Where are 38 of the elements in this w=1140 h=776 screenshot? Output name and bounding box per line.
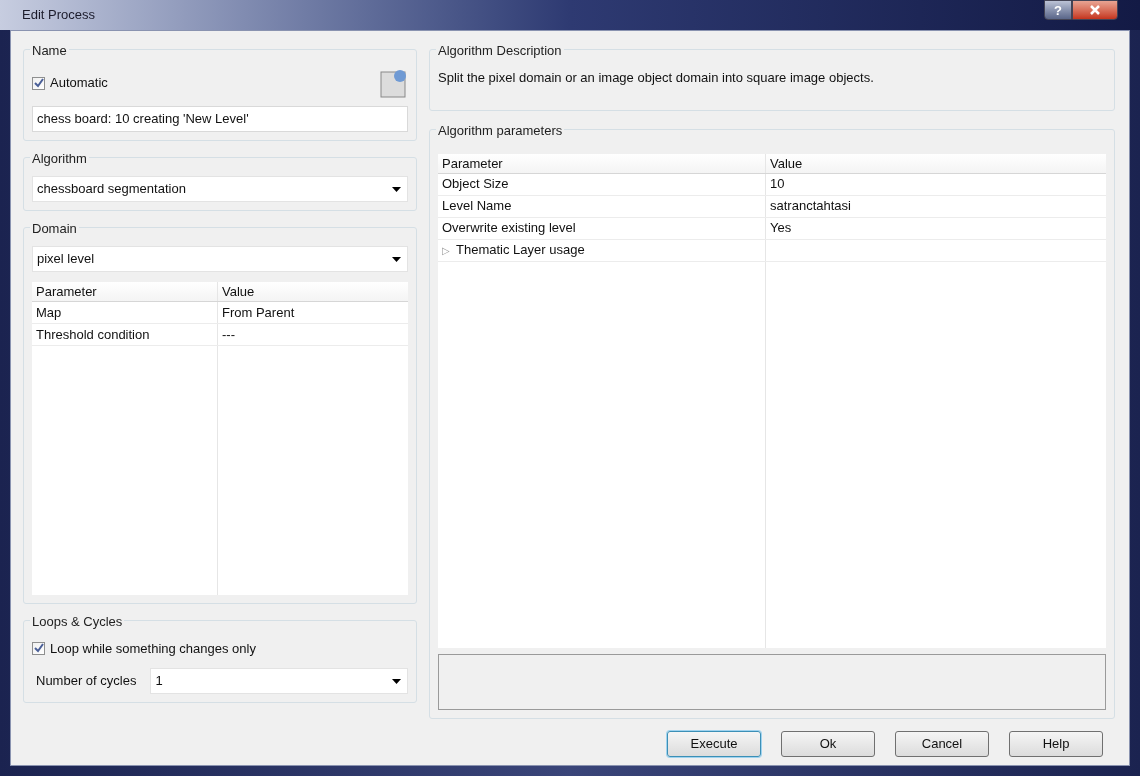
dialog-button[interactable]: Execute [667, 731, 761, 757]
checkbox[interactable] [32, 641, 45, 655]
table-cell-text: --- [222, 325, 235, 344]
document-icon [380, 68, 408, 98]
table-cell-text: Thematic Layer usage [456, 241, 585, 260]
checkbox-label: Automatic [50, 74, 108, 93]
checkbox[interactable] [32, 76, 45, 90]
table-cell-text: Map [36, 303, 62, 322]
column-header[interactable]: Parameter [438, 153, 766, 173]
dialog-button[interactable]: Ok [781, 731, 875, 757]
close-button[interactable] [1072, 0, 1118, 20]
table-cell-text: Threshold condition [36, 325, 150, 344]
table-cell-text: 10 [770, 175, 785, 194]
table-cell-text: satranctahtasi [770, 197, 851, 216]
dropdown[interactable]: pixel level [32, 246, 408, 272]
table-cell-text: Yes [770, 219, 792, 238]
caret-icon [392, 256, 401, 262]
caret-icon [392, 678, 401, 684]
check-icon [33, 78, 44, 88]
dialog-button[interactable]: Cancel [895, 731, 989, 757]
checkbox-label: Loop while something changes only [50, 639, 256, 658]
table-cell-text: Object Size [442, 175, 509, 194]
caret-icon [392, 186, 401, 192]
dropdown[interactable]: chessboard segmentation [32, 176, 408, 202]
dialog-button[interactable]: Help [1009, 731, 1103, 757]
description-text: Split the pixel domain or an image object domain into square image objects. [438, 69, 875, 87]
name-field[interactable]: chess board: 10 creating 'New Level' [32, 106, 408, 132]
table-cell-text: Overwrite existing level [442, 219, 576, 238]
dropdown[interactable]: 1 [150, 668, 408, 694]
column-header[interactable]: Value [766, 153, 1106, 173]
field-label: Number of cycles [35, 672, 137, 691]
column-header[interactable]: Parameter [32, 282, 218, 301]
column-header[interactable]: Value [218, 282, 408, 301]
close-icon [1089, 5, 1101, 15]
window-title: Edit Process [22, 6, 95, 25]
check-icon [33, 643, 44, 654]
table-cell-text: From Parent [222, 303, 295, 322]
table-cell-text: Level Name [442, 197, 512, 216]
